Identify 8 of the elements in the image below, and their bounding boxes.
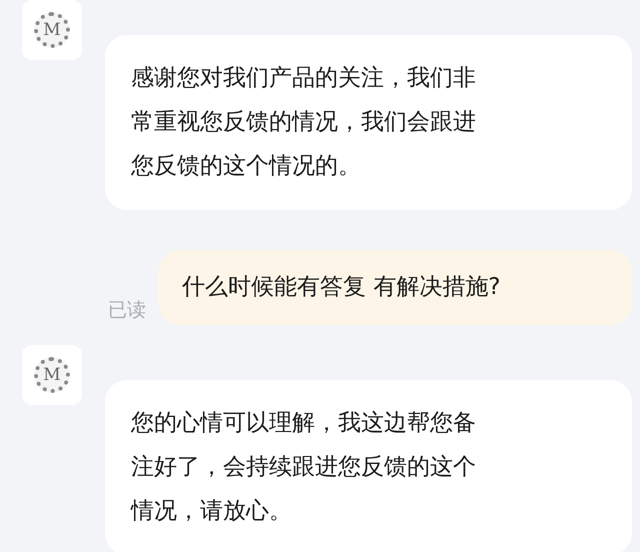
message-text: 什么时候能有答复 有解决措施?	[182, 273, 502, 302]
avatar-logo: M	[34, 357, 70, 393]
message-text: 您的心情可以理解，我这边帮您备注好了，会持续跟进您反馈的这个情况，请放心。	[131, 409, 476, 526]
read-status: 已读	[108, 298, 146, 323]
avatar-logo: M	[34, 12, 70, 48]
message-text: 感谢您对我们产品的关注，我们非常重视您反馈的情况，我们会跟进您反馈的这个情况的。	[131, 64, 476, 181]
avatar[interactable]: M	[22, 0, 82, 60]
avatar[interactable]: M	[22, 345, 82, 405]
